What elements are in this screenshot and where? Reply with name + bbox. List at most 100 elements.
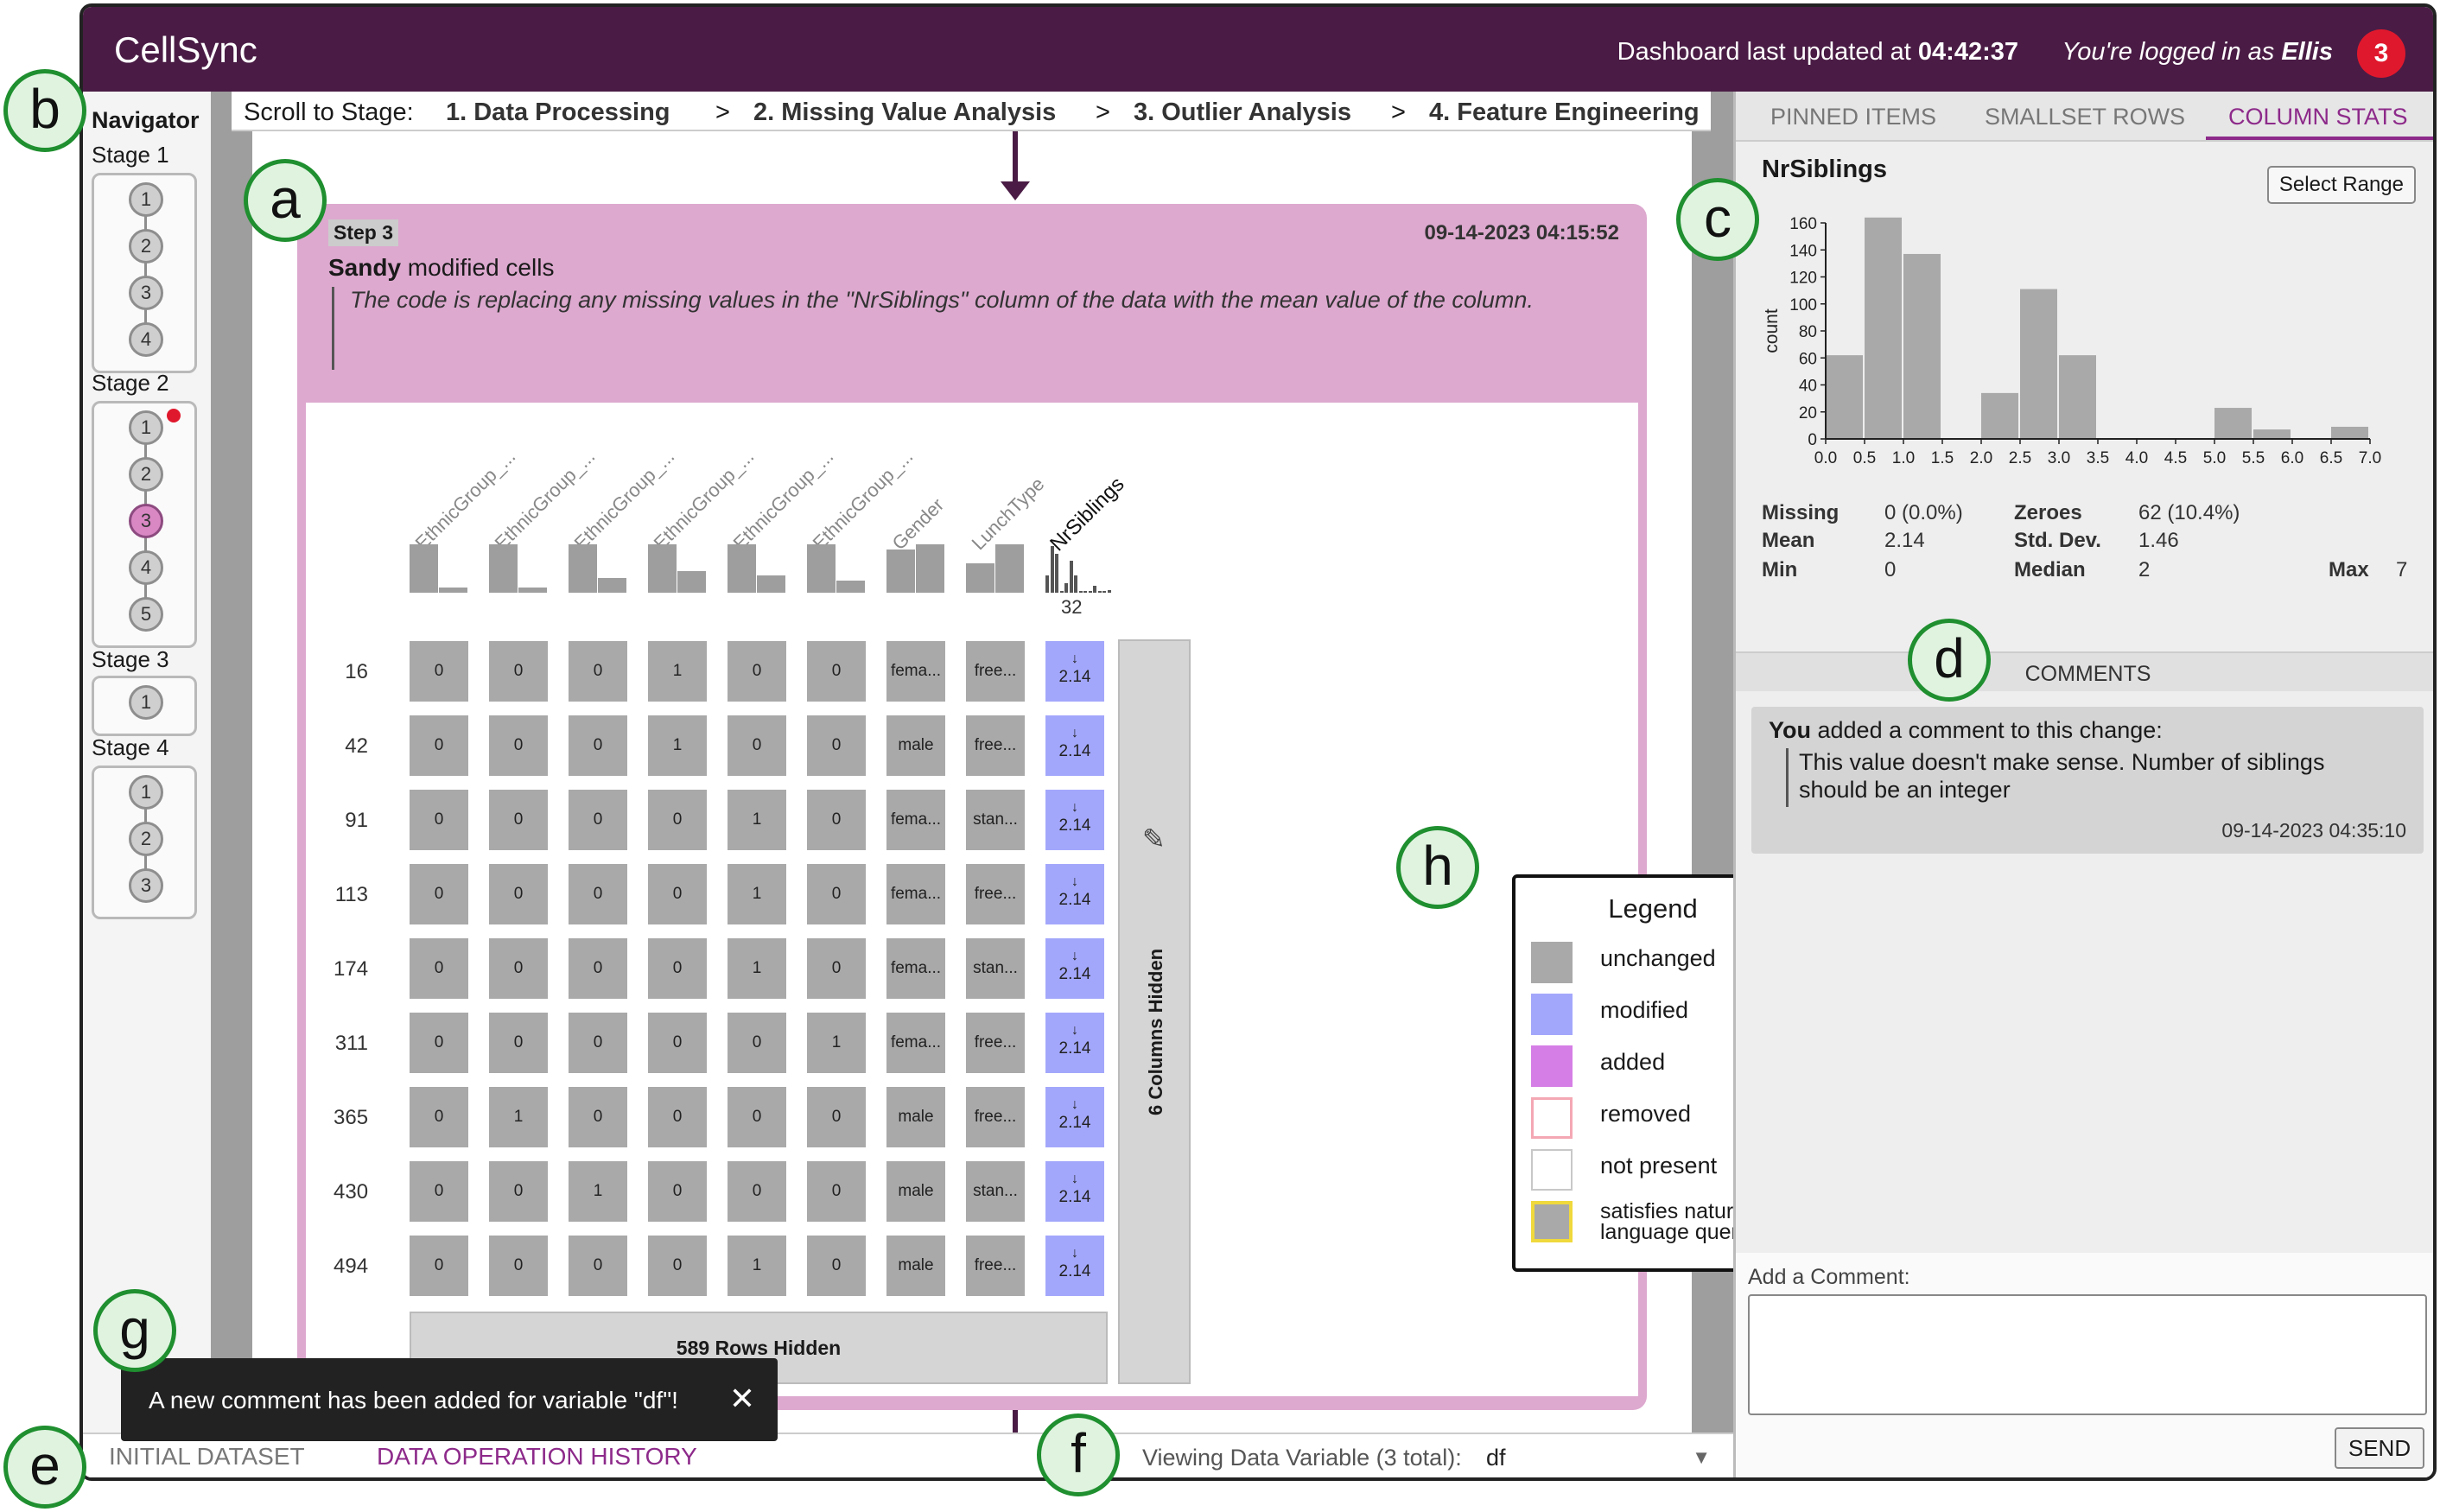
table-cell[interactable]: ↓ 2.14: [1045, 641, 1104, 702]
table-cell[interactable]: 0: [489, 938, 548, 999]
histogram-bar[interactable]: [2331, 426, 2368, 439]
stage-link-2[interactable]: 2. Missing Value Analysis: [753, 98, 1056, 127]
table-cell[interactable]: 0: [807, 864, 866, 924]
histogram-bar[interactable]: [1903, 253, 1941, 439]
table-cell[interactable]: 0: [410, 641, 468, 702]
variable-select[interactable]: df ▼: [1486, 1439, 1719, 1477]
table-cell[interactable]: 0: [728, 1087, 786, 1147]
table-cell[interactable]: 0: [807, 1236, 866, 1296]
hidden-columns-toggle[interactable]: ✎ 6 Columns Hidden: [1118, 639, 1191, 1384]
table-cell[interactable]: 1: [728, 1236, 786, 1296]
table-cell[interactable]: 0: [410, 1236, 468, 1296]
table-cell[interactable]: male: [886, 715, 945, 776]
histogram-bar[interactable]: [2059, 355, 2096, 439]
table-cell[interactable]: 0: [728, 1013, 786, 1073]
table-cell[interactable]: 0: [728, 641, 786, 702]
table-cell[interactable]: ↓ 2.14: [1045, 790, 1104, 850]
table-cell[interactable]: free...: [966, 1087, 1025, 1147]
table-cell[interactable]: 0: [569, 864, 627, 924]
table-cell[interactable]: 0: [489, 715, 548, 776]
table-cell[interactable]: male: [886, 1236, 945, 1296]
table-cell[interactable]: 0: [410, 1161, 468, 1222]
step-node[interactable]: 1: [129, 685, 163, 720]
step-node[interactable]: 3: [129, 868, 163, 903]
histogram-bar[interactable]: [2253, 429, 2291, 439]
table-cell[interactable]: free...: [966, 715, 1025, 776]
table-cell[interactable]: 0: [807, 1087, 866, 1147]
table-cell[interactable]: 0: [489, 1013, 548, 1073]
tab-data-operation-history[interactable]: DATA OPERATION HISTORY: [351, 1443, 723, 1477]
histogram-bar[interactable]: [2020, 289, 2057, 439]
close-icon[interactable]: ✕: [729, 1381, 755, 1417]
table-cell[interactable]: free...: [966, 641, 1025, 702]
table-cell[interactable]: 1: [807, 1013, 866, 1073]
table-cell[interactable]: 0: [489, 1236, 548, 1296]
table-cell[interactable]: 0: [569, 1236, 627, 1296]
table-cell[interactable]: 0: [489, 641, 548, 702]
histogram-bar[interactable]: [1981, 392, 2018, 439]
histogram-bar[interactable]: [1865, 217, 1902, 439]
table-cell[interactable]: 0: [648, 1013, 707, 1073]
table-cell[interactable]: 1: [728, 790, 786, 850]
table-cell[interactable]: 1: [489, 1087, 548, 1147]
table-cell[interactable]: fema...: [886, 790, 945, 850]
table-cell[interactable]: 0: [569, 790, 627, 850]
stage-link-1[interactable]: 1. Data Processing: [446, 98, 670, 127]
histogram-bar[interactable]: [2214, 408, 2252, 439]
stage-link-4[interactable]: 4. Feature Engineering: [1429, 98, 1700, 127]
tab-smallset-rows[interactable]: SMALLSET ROWS: [1985, 104, 2185, 130]
table-cell[interactable]: ↓ 2.14: [1045, 938, 1104, 999]
table-cell[interactable]: 0: [648, 864, 707, 924]
table-cell[interactable]: 0: [569, 1087, 627, 1147]
stage-link-3[interactable]: 3. Outlier Analysis: [1134, 98, 1351, 127]
step-node[interactable]: 1: [129, 410, 163, 445]
tab-initial-dataset[interactable]: INITIAL DATASET: [109, 1443, 305, 1471]
table-cell[interactable]: 0: [410, 790, 468, 850]
table-cell[interactable]: 0: [569, 641, 627, 702]
table-cell[interactable]: 0: [410, 938, 468, 999]
table-cell[interactable]: ↓ 2.14: [1045, 864, 1104, 924]
history-canvas[interactable]: Step 3 09-14-2023 04:15:52 Sandy modifie…: [252, 131, 1794, 1439]
step-node[interactable]: 5: [129, 597, 163, 632]
table-cell[interactable]: ↓ 2.14: [1045, 715, 1104, 776]
table-cell[interactable]: 0: [648, 938, 707, 999]
table-cell[interactable]: stan...: [966, 938, 1025, 999]
step-node[interactable]: 2: [129, 457, 163, 492]
step-node[interactable]: 4: [129, 322, 163, 357]
table-cell[interactable]: 0: [648, 1236, 707, 1296]
step-node[interactable]: 4: [129, 550, 163, 585]
table-cell[interactable]: 0: [728, 715, 786, 776]
table-cell[interactable]: 0: [807, 715, 866, 776]
table-cell[interactable]: 1: [728, 938, 786, 999]
table-cell[interactable]: 0: [410, 1087, 468, 1147]
step-node[interactable]: 3: [129, 276, 163, 310]
table-cell[interactable]: stan...: [966, 790, 1025, 850]
step-node[interactable]: 2: [129, 229, 163, 264]
table-cell[interactable]: 0: [489, 790, 548, 850]
table-cell[interactable]: 0: [807, 938, 866, 999]
table-cell[interactable]: 0: [410, 864, 468, 924]
table-cell[interactable]: 0: [648, 1161, 707, 1222]
table-cell[interactable]: 0: [410, 715, 468, 776]
table-cell[interactable]: ↓ 2.14: [1045, 1013, 1104, 1073]
table-cell[interactable]: 1: [728, 864, 786, 924]
column-histogram[interactable]: 0.0 0.5 1.0 1.5 2.0 2.5 3.0 3.5 4.0 4.5 5.0 5.5 6.0 6…: [1753, 204, 2410, 498]
select-range-button[interactable]: Select Range: [2266, 166, 2416, 204]
notification-badge[interactable]: 3: [2357, 29, 2405, 78]
table-cell[interactable]: fema...: [886, 641, 945, 702]
table-cell[interactable]: 0: [410, 1013, 468, 1073]
histogram-bar[interactable]: [1826, 355, 1863, 439]
table-cell[interactable]: free...: [966, 1013, 1025, 1073]
table-cell[interactable]: free...: [966, 1236, 1025, 1296]
tab-pinned-items[interactable]: PINNED ITEMS: [1770, 104, 1936, 130]
table-cell[interactable]: 0: [807, 1161, 866, 1222]
table-cell[interactable]: fema...: [886, 938, 945, 999]
table-cell[interactable]: 1: [569, 1161, 627, 1222]
step-node[interactable]: 1: [129, 182, 163, 217]
table-cell[interactable]: 0: [489, 864, 548, 924]
step-node[interactable]: 3: [129, 504, 163, 538]
table-cell[interactable]: ↓ 2.14: [1045, 1236, 1104, 1296]
table-cell[interactable]: 0: [728, 1161, 786, 1222]
table-cell[interactable]: free...: [966, 864, 1025, 924]
table-cell[interactable]: 1: [648, 641, 707, 702]
